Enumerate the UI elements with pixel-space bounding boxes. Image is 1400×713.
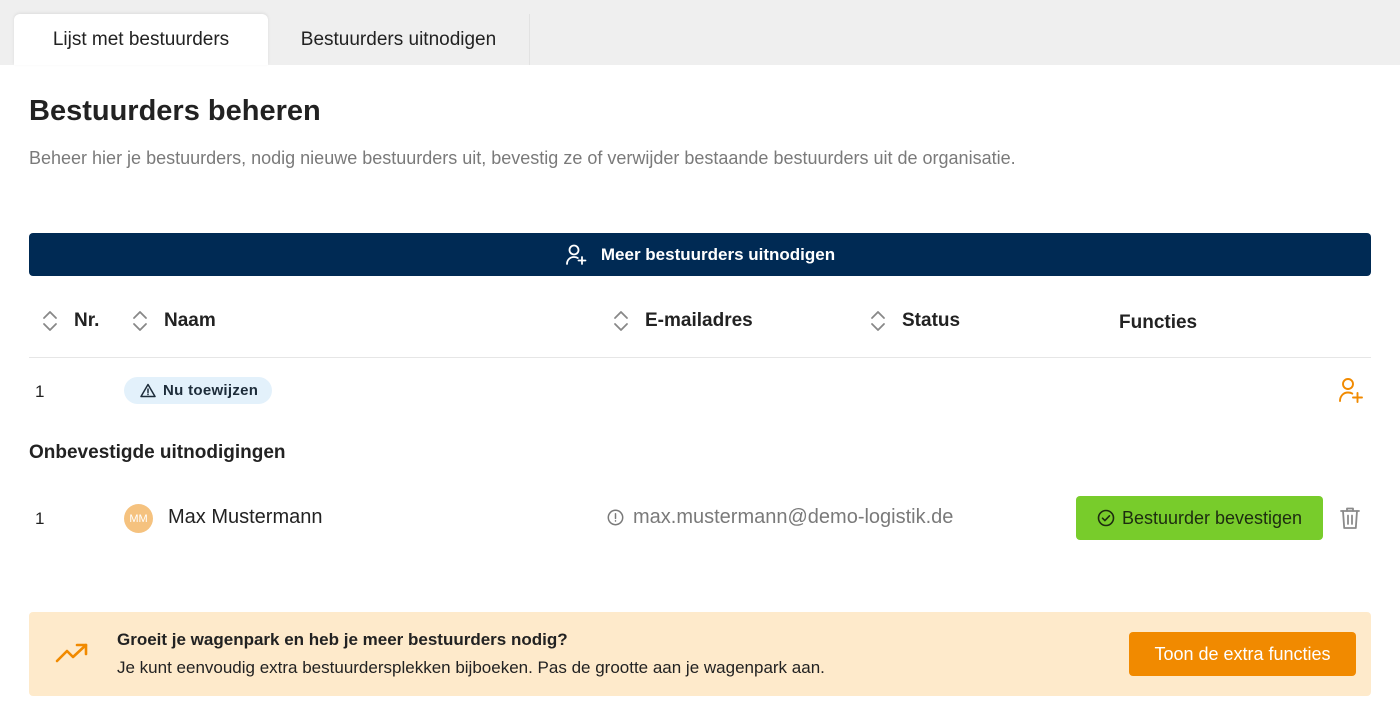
tab-invite-drivers[interactable]: Bestuurders uitnodigen <box>268 14 530 65</box>
column-header-naam[interactable]: Naam <box>132 309 216 333</box>
column-header-nr[interactable]: Nr. <box>42 309 99 333</box>
banner-title: Groeit je wagenpark en heb je meer bestu… <box>117 630 568 649</box>
show-extra-features-button[interactable]: Toon de extra functies <box>1129 632 1356 676</box>
banner-text: Je kunt eenvoudig extra bestuurdersplekk… <box>117 658 825 677</box>
column-label-status: Status <box>902 310 961 331</box>
assign-now-badge[interactable]: Nu toewijzen <box>124 377 273 404</box>
sort-icon <box>132 309 148 333</box>
invitee-email-text: max.mustermann@demo-logistik.de <box>633 506 954 528</box>
trash-icon[interactable] <box>1338 505 1362 536</box>
table-header-divider <box>29 357 1371 358</box>
sort-icon <box>613 309 629 333</box>
avatar: MM <box>124 504 153 533</box>
user-plus-icon <box>565 244 587 265</box>
column-header-functies: Functies <box>1119 312 1197 334</box>
page-title: Bestuurders beheren <box>29 95 321 127</box>
invite-more-drivers-button[interactable]: Meer bestuurders uitnodigen <box>29 233 1371 276</box>
tab-driver-list[interactable]: Lijst met bestuurders <box>14 14 268 65</box>
page-description: Beheer hier je bestuurders, nodig nieuwe… <box>29 148 1016 168</box>
invite-row-nr: 1 <box>35 509 45 528</box>
info-icon <box>607 509 624 526</box>
unconfirmed-invitations-title: Onbevestigde uitnodigingen <box>29 442 286 463</box>
assign-driver-icon[interactable] <box>1338 376 1364 409</box>
invitee-name: Max Mustermann <box>168 506 323 528</box>
check-circle-icon <box>1097 509 1115 527</box>
confirm-driver-label: Bestuurder bevestigen <box>1121 507 1303 528</box>
upgrade-banner: Groeit je wagenpark en heb je meer bestu… <box>29 612 1371 696</box>
sort-icon <box>42 309 58 333</box>
row-nr: 1 <box>35 382 45 401</box>
invite-more-drivers-label: Meer bestuurders uitnodigen <box>600 244 836 264</box>
tab-bar: Lijst met bestuurders Bestuurders uitnod… <box>0 0 1400 65</box>
confirm-driver-button[interactable]: Bestuurder bevestigen <box>1076 496 1323 540</box>
trending-up-icon <box>55 642 89 669</box>
column-label-functies: Functies <box>1119 312 1198 333</box>
warning-icon <box>140 383 156 398</box>
column-header-email[interactable]: E-mailadres <box>613 309 753 333</box>
column-label-email: E-mailadres <box>645 310 753 331</box>
sort-icon <box>870 309 886 333</box>
column-label-nr: Nr. <box>74 310 100 331</box>
invitee-email: max.mustermann@demo-logistik.de <box>607 506 953 529</box>
column-label-naam: Naam <box>164 310 216 331</box>
assign-now-label: Nu toewijzen <box>163 382 259 399</box>
column-header-status[interactable]: Status <box>870 309 960 333</box>
